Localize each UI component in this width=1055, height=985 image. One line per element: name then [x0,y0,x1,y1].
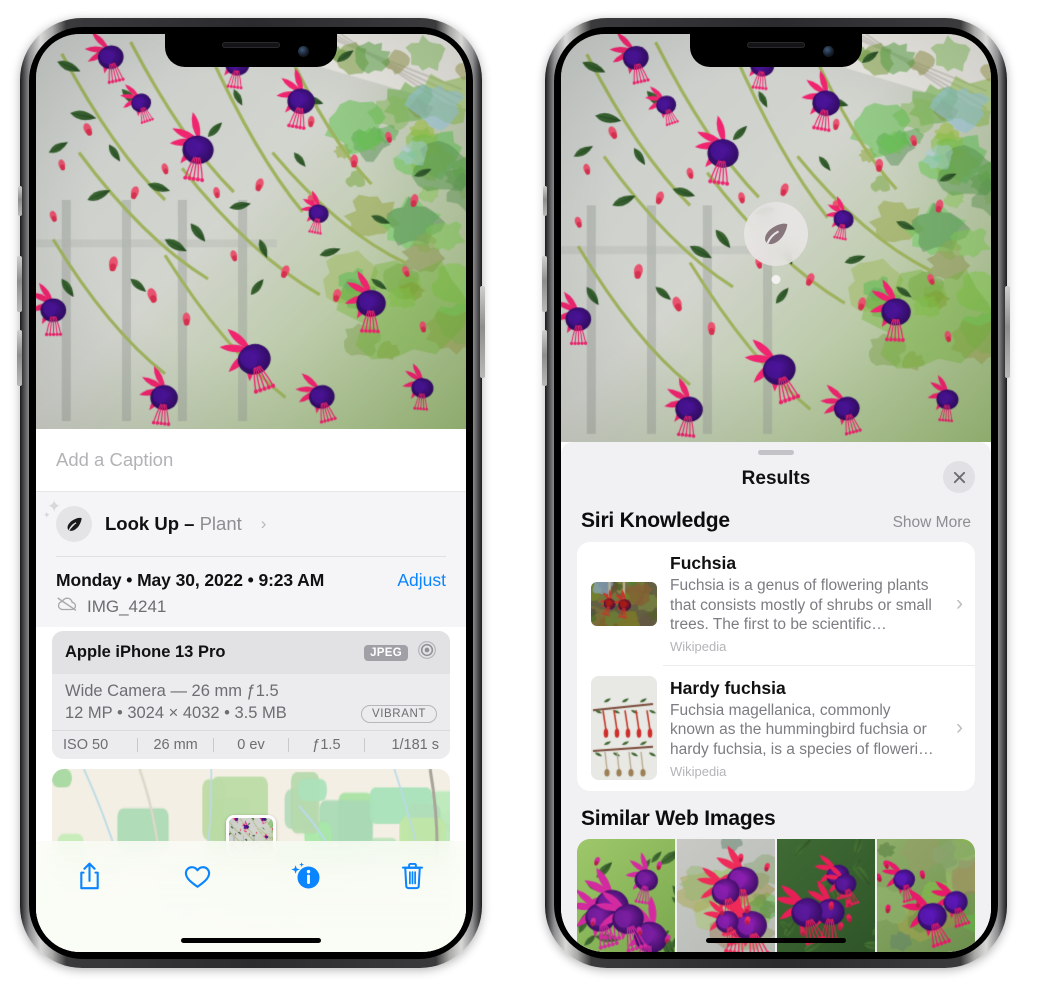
look-up-dash: – [179,513,200,534]
filename: IMG_4241 [87,596,167,616]
home-indicator[interactable] [706,938,846,943]
trash-icon [401,862,423,890]
web-image-4[interactable] [877,839,975,952]
results-header: Results [561,455,991,503]
exif-value: ISO 50 [63,737,109,753]
right-screen: Results Siri Knowledge Show More Fuchsia… [561,34,991,952]
knowledge-title: Fuchsia [670,553,737,573]
hardy-fuchsia-specimen-thumb [591,676,657,781]
side-power-button[interactable] [480,286,485,378]
results-sheet: Results Siri Knowledge Show More Fuchsia… [561,442,991,952]
knowledge-desc: Fuchsia magellanica, commonly known as t… [670,701,934,758]
look-up-title: Look Up [105,513,179,534]
visual-look-up-badge[interactable] [744,202,808,266]
siri-knowledge-header: Siri Knowledge Show More [561,503,991,542]
share-icon [80,862,99,889]
knowledge-source: Wikipedia [670,639,727,655]
look-up-subject: Plant [199,513,242,534]
photo-viewer[interactable] [36,34,466,429]
mute-switch[interactable] [543,186,547,216]
iphone-right-visual-look-up: Results Siri Knowledge Show More Fuchsia… [542,18,1010,968]
adjust-button[interactable]: Adjust [397,570,446,591]
exif-value: ƒ1.5 [312,737,341,753]
photo-viewer[interactable] [561,34,991,442]
fuchsia-red-thumb [591,581,657,626]
caption-placeholder: Add a Caption [56,449,174,470]
look-up-block: ✦ ✦ Look Up – Plant › [36,492,466,557]
web-image-3[interactable] [777,839,875,952]
home-indicator[interactable] [181,938,321,943]
exif-row: ISO 50 26 mm 0 ev ƒ1.5 1/181 s [52,730,450,759]
heart-icon [184,865,210,888]
delete-button[interactable] [359,854,467,898]
camera-model: Apple iPhone 13 Pro [65,643,226,661]
notch [690,34,862,67]
side-power-button[interactable] [1005,286,1010,378]
similar-web-images-strip[interactable] [577,839,975,952]
section-title: Siri Knowledge [581,509,730,532]
chevron-right-icon: › [260,514,267,533]
format-badge: JPEG [364,644,408,661]
earpiece-speaker [747,42,805,48]
camera-card-header: Apple iPhone 13 Pro JPEG [52,631,450,674]
caption-input[interactable]: Add a Caption [36,429,466,492]
section-title: Similar Web Images [581,807,776,831]
info-sparkle-icon [291,862,320,889]
notch [165,34,337,67]
show-more-button[interactable]: Show More [893,514,971,532]
web-image-1[interactable] [577,839,675,952]
leaf-icon [765,223,788,245]
chevron-right-icon: › [956,591,963,615]
photo-metadata: Monday • May 30, 2022 • 9:23 AM Adjust I… [36,557,466,627]
left-screen: Add a Caption ✦ ✦ Look Up – Plant › Mond… [36,34,466,952]
close-button[interactable] [943,461,975,493]
volume-up-button[interactable] [17,256,22,312]
knowledge-desc: Fuchsia is a genus of flowering plants t… [670,577,932,634]
list-item[interactable]: Hardy fuchsia Fuchsia magellanica, commo… [577,665,975,791]
front-camera-icon [823,46,834,57]
mute-switch[interactable] [18,186,22,216]
siri-knowledge-card: Fuchsia Fuchsia is a genus of flowering … [577,542,975,792]
photo-toolbar [36,841,466,952]
exif-value: 0 ev [237,737,265,753]
front-camera-icon [298,46,309,57]
info-button[interactable] [251,854,359,898]
volume-down-button[interactable] [17,330,22,386]
volume-up-button[interactable] [542,256,547,312]
earpiece-speaker [222,42,280,48]
lens-line: Wide Camera — 26 mm ƒ1.5 [65,682,279,700]
camera-info-card[interactable]: Apple iPhone 13 Pro JPEG Wide Camera — 2… [52,631,450,759]
look-up-label: Look Up – Plant [105,513,242,535]
look-up-row[interactable]: ✦ ✦ Look Up – Plant › [43,498,446,556]
close-icon [953,471,965,483]
camera-card-body: Wide Camera — 26 mm ƒ1.5 12 MP • 3024 × … [52,674,450,730]
favorite-button[interactable] [144,854,252,898]
icloud-slash-icon [56,596,78,617]
photo-info-sheet: Add a Caption ✦ ✦ Look Up – Plant › Mond… [36,429,466,952]
photographic-style-badge: VIBRANT [360,704,437,723]
share-button[interactable] [36,854,144,898]
volume-down-button[interactable] [542,330,547,386]
capture-date: Monday • May 30, 2022 • 9:23 AM [56,570,325,590]
list-item[interactable]: Fuchsia Fuchsia is a genus of flowering … [577,542,975,665]
knowledge-title: Hardy fuchsia [670,677,786,698]
specs-line: 12 MP • 3024 × 4032 • 3.5 MB [65,704,287,722]
screenshot-canvas: Add a Caption ✦ ✦ Look Up – Plant › Mond… [0,0,1055,985]
iphone-left-photos-detail: Add a Caption ✦ ✦ Look Up – Plant › Mond… [17,18,485,968]
similar-web-images-header: Similar Web Images [561,791,991,839]
chevron-right-icon: › [956,716,963,740]
web-image-2[interactable] [677,839,775,952]
camera-lens-icon [417,640,437,665]
knowledge-source: Wikipedia [670,763,727,779]
leaf-icon: ✦ ✦ [43,498,92,542]
badge-anchor-dot [771,275,781,284]
page-title: Results [741,468,811,489]
exif-value: 1/181 s [391,737,440,753]
exif-value: 26 mm [153,737,198,753]
sparkle-small-icon: ✦ [43,510,51,520]
